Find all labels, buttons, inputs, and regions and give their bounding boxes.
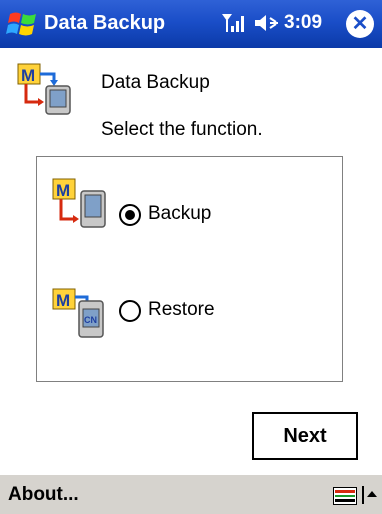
clock[interactable]: 3:09: [284, 12, 322, 34]
instruction-text: Select the function.: [101, 119, 263, 140]
backup-icon: M: [52, 178, 106, 228]
backup-radio[interactable]: [119, 204, 141, 226]
svg-text:CN: CN: [84, 315, 97, 325]
next-button[interactable]: Next: [252, 412, 358, 460]
menu-bar: About...: [0, 474, 382, 514]
backup-label[interactable]: Backup: [148, 203, 211, 225]
restore-label[interactable]: Restore: [148, 299, 215, 321]
volume-icon[interactable]: [252, 12, 282, 34]
page-title: Data Backup: [101, 72, 210, 93]
svg-text:M: M: [56, 291, 70, 310]
restore-icon: M CN: [52, 288, 104, 338]
title-bar: Data Backup 3:09 ✕: [0, 0, 382, 48]
function-options-group: M Backup M CN Restore: [36, 156, 343, 382]
windows-start-icon[interactable]: [6, 8, 40, 40]
radio-selected-dot: [125, 210, 135, 220]
sip-arrow-icon[interactable]: [362, 485, 378, 505]
close-button[interactable]: ✕: [346, 10, 374, 38]
app-title: Data Backup: [44, 12, 166, 34]
close-icon: ✕: [351, 13, 369, 35]
keyboard-icon[interactable]: [333, 487, 357, 505]
about-menu[interactable]: About...: [8, 484, 79, 506]
svg-text:M: M: [56, 181, 70, 200]
data-backup-app-icon: M: [17, 63, 71, 115]
svg-text:M: M: [21, 66, 35, 85]
signal-icon[interactable]: [221, 12, 247, 34]
restore-radio[interactable]: [119, 300, 141, 322]
